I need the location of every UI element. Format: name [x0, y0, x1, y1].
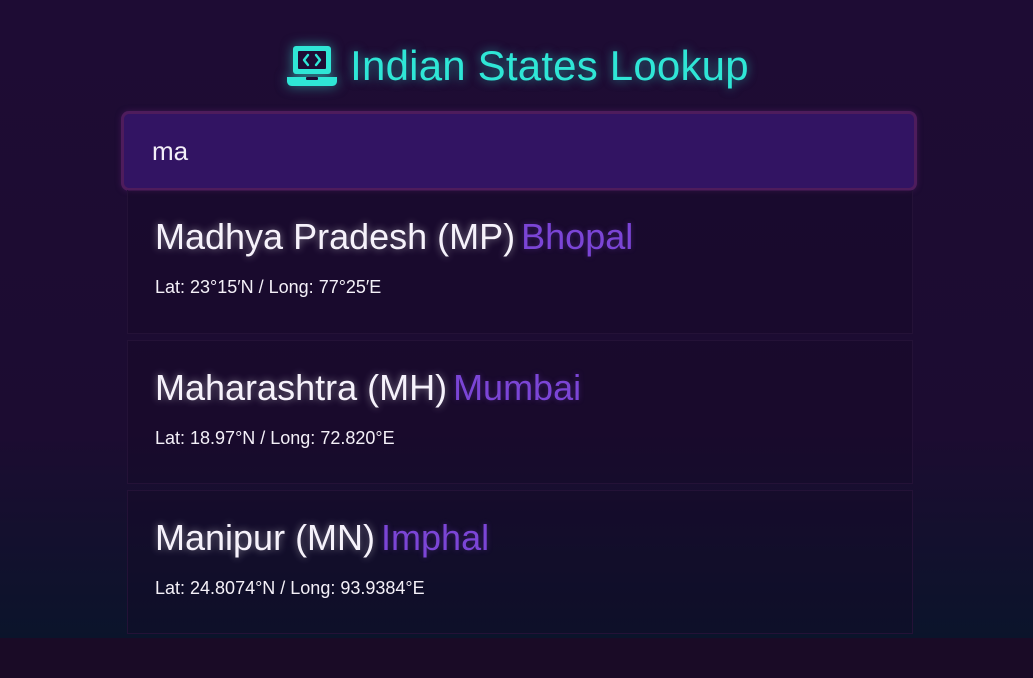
page-title: Indian States Lookup	[350, 42, 749, 89]
search-input[interactable]	[121, 111, 917, 191]
capital-name: Imphal	[381, 517, 490, 558]
coordinates: Lat: 18.97°N / Long: 72.820°E	[155, 428, 395, 448]
app-background: Indian States Lookup Madhya Pradesh (MP)…	[0, 0, 1033, 638]
results-list: Madhya Pradesh (MP) Bhopal Lat: 23°15′N /…	[127, 190, 913, 640]
result-heading: Manipur (MN) Imphal	[155, 517, 489, 559]
coordinates: Lat: 23°15′N / Long: 77°25′E	[155, 277, 382, 297]
coordinates: Lat: 24.8074°N / Long: 93.9384°E	[155, 578, 425, 598]
result-item[interactable]: Manipur (MN) Imphal Lat: 24.8074°N / Long…	[127, 490, 913, 634]
capital-name: Mumbai	[453, 367, 582, 408]
laptop-code-icon	[284, 42, 340, 90]
result-item[interactable]: Maharashtra (MH) Mumbai Lat: 18.97°N / Lo…	[127, 340, 913, 484]
header: Indian States Lookup	[0, 36, 1033, 96]
state-name: Maharashtra (MH)	[155, 367, 448, 408]
state-name: Madhya Pradesh (MP)	[155, 216, 516, 257]
state-name: Manipur (MN)	[155, 517, 376, 558]
result-heading: Madhya Pradesh (MP) Bhopal	[155, 216, 633, 258]
footer-band	[0, 638, 1033, 678]
capital-name: Bhopal	[521, 216, 634, 257]
result-heading: Maharashtra (MH) Mumbai	[155, 367, 581, 409]
result-item[interactable]: Madhya Pradesh (MP) Bhopal Lat: 23°15′N /…	[127, 190, 913, 334]
